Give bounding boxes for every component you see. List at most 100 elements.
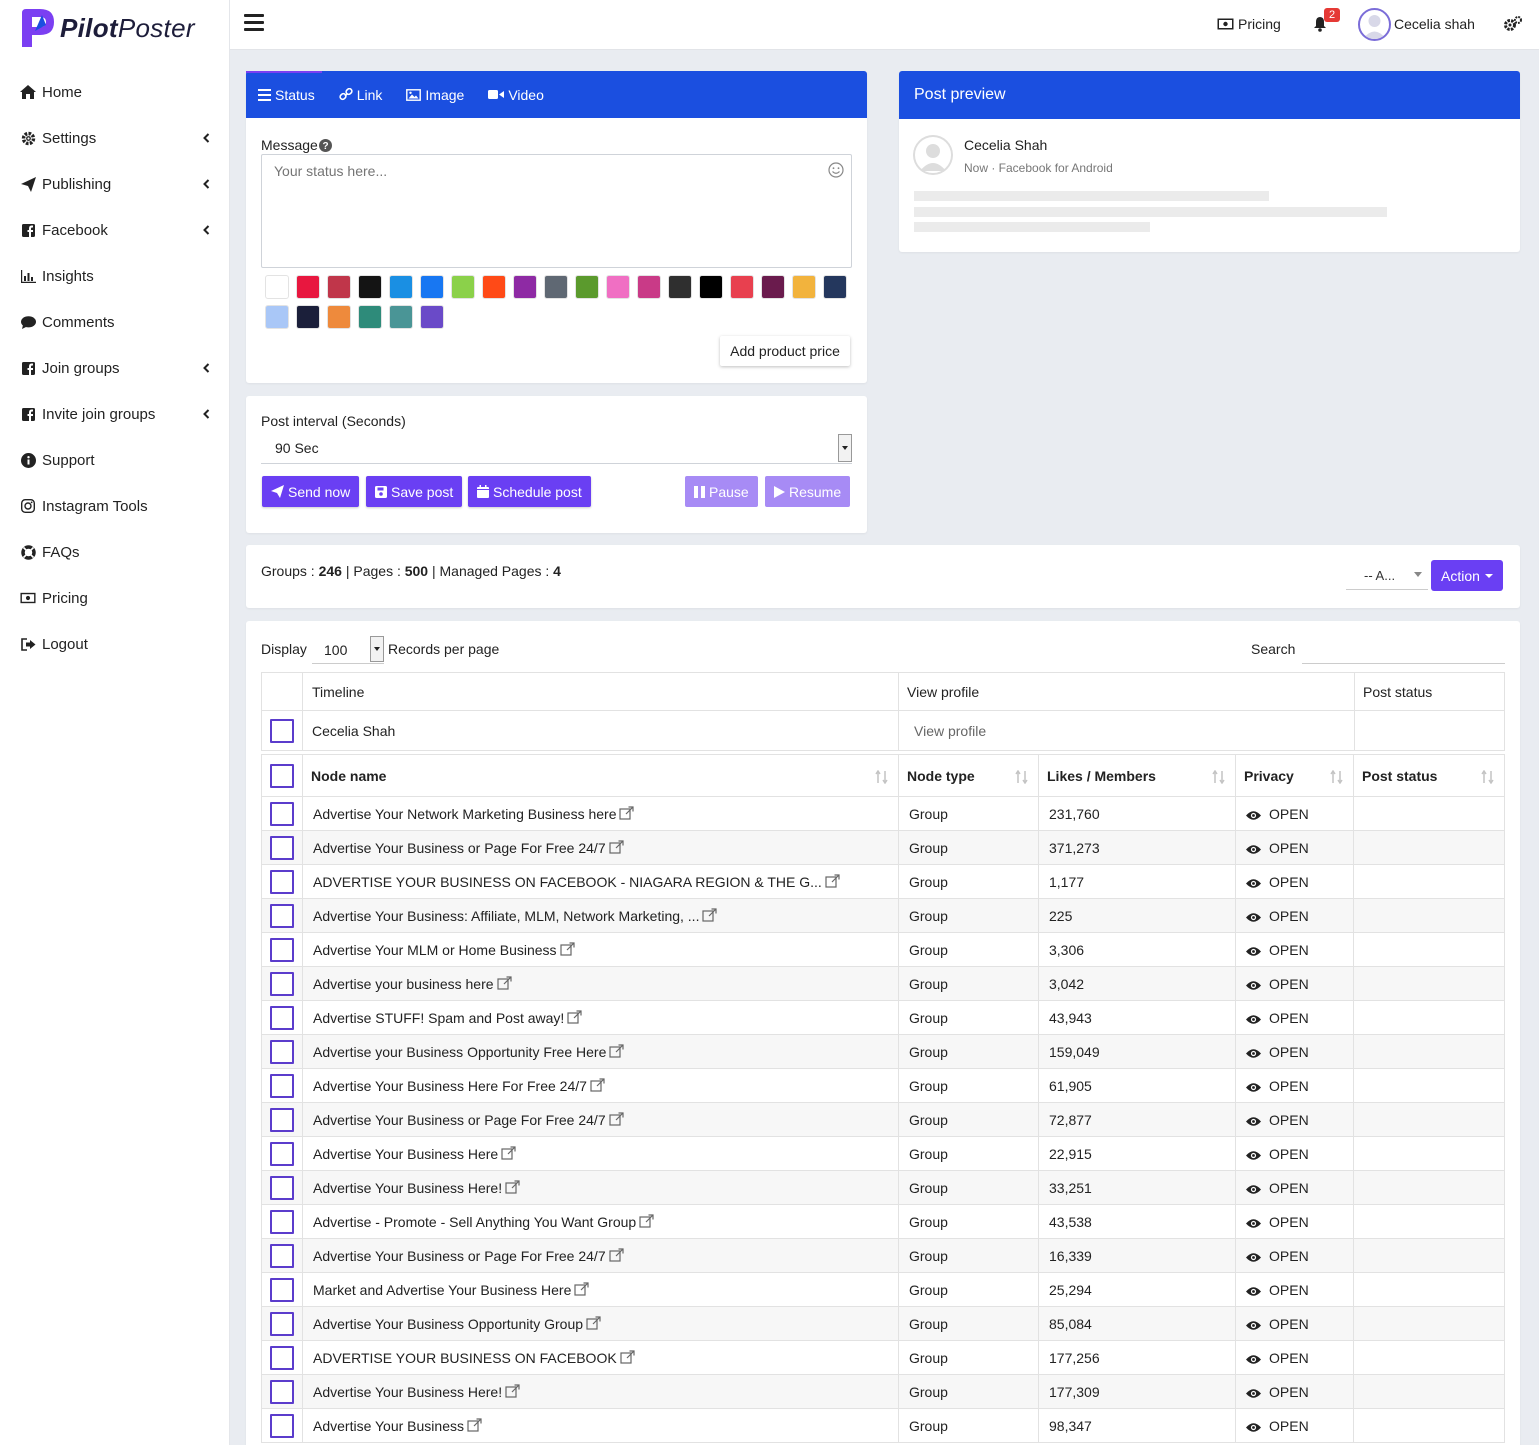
hamburger-menu-icon[interactable] xyxy=(244,14,264,32)
sidebar-item-join-groups[interactable]: Join groups xyxy=(0,348,230,388)
row-checkbox[interactable] xyxy=(270,1209,294,1234)
row-checkbox[interactable] xyxy=(270,1243,294,1268)
external-link-icon[interactable] xyxy=(609,1247,624,1263)
external-link-icon[interactable] xyxy=(467,1417,482,1433)
node-name-link[interactable]: Advertise Your Business Here xyxy=(313,1146,498,1162)
sidebar-item-publishing[interactable]: Publishing xyxy=(0,164,230,204)
node-name-link[interactable]: ADVERTISE YOUR BUSINESS ON FACEBOOK - NI… xyxy=(313,874,822,890)
background-swatch[interactable] xyxy=(699,275,723,299)
view-profile-link[interactable]: View profile xyxy=(898,710,1355,751)
schedule-post-button[interactable]: Schedule post xyxy=(468,476,591,507)
node-name-link[interactable]: Advertise Your Network Marketing Busines… xyxy=(313,806,616,822)
background-swatch[interactable] xyxy=(358,275,382,299)
row-checkbox[interactable] xyxy=(270,1413,294,1438)
tab-image[interactable]: Image xyxy=(406,87,464,103)
sidebar-item-logout[interactable]: Logout xyxy=(0,624,230,664)
external-link-icon[interactable] xyxy=(609,1111,624,1127)
members-header[interactable]: Likes / Members xyxy=(1038,754,1236,797)
sidebar-item-pricing[interactable]: Pricing xyxy=(0,578,230,618)
node-name-link[interactable]: Advertise Your Business or Page For Free… xyxy=(313,840,606,856)
row-checkbox[interactable] xyxy=(270,1107,294,1132)
row-checkbox[interactable] xyxy=(270,1141,294,1166)
external-link-icon[interactable] xyxy=(496,975,512,991)
tab-status[interactable]: Status xyxy=(258,87,315,103)
sort-icon[interactable] xyxy=(1212,770,1226,784)
sort-icon[interactable] xyxy=(1015,770,1029,784)
background-swatch[interactable] xyxy=(606,275,630,299)
node-name-link[interactable]: Advertise your Business Opportunity Free… xyxy=(313,1044,606,1060)
settings-gears-icon[interactable] xyxy=(1504,16,1522,32)
node-name-link[interactable]: Advertise Your Business Here! xyxy=(313,1384,502,1400)
sidebar-item-home[interactable]: Home xyxy=(0,72,230,112)
node-name-link[interactable]: Advertise - Promote - Sell Anything You … xyxy=(313,1214,636,1230)
send-now-button[interactable]: Send now xyxy=(262,476,360,507)
row-checkbox[interactable] xyxy=(270,937,294,962)
external-link-icon[interactable] xyxy=(574,1281,589,1297)
external-link-icon[interactable] xyxy=(825,873,840,889)
background-swatch[interactable] xyxy=(265,305,289,329)
background-swatch[interactable] xyxy=(761,275,785,299)
save-post-button[interactable]: Save post xyxy=(366,476,463,507)
row-checkbox[interactable] xyxy=(270,869,294,894)
external-link-icon[interactable] xyxy=(620,1349,635,1365)
background-swatch[interactable] xyxy=(637,275,661,299)
background-swatch[interactable] xyxy=(327,305,351,329)
background-swatch[interactable] xyxy=(482,275,506,299)
background-swatch[interactable] xyxy=(296,275,320,299)
node-name-link[interactable]: Advertise Your Business Here For Free 24… xyxy=(313,1078,587,1094)
node-name-link[interactable]: Advertise Your Business or Page For Free… xyxy=(313,1248,606,1264)
add-product-price-button[interactable]: Add product price xyxy=(720,336,850,366)
tab-video[interactable]: Video xyxy=(488,87,544,103)
pause-button[interactable]: Pause xyxy=(685,476,758,507)
row-checkbox[interactable] xyxy=(270,903,294,928)
records-per-page-select[interactable]: 100 xyxy=(312,636,384,664)
sort-icon[interactable] xyxy=(875,770,889,784)
select-all-checkbox[interactable] xyxy=(270,763,294,788)
external-link-icon[interactable] xyxy=(567,1009,582,1025)
sort-icon[interactable] xyxy=(1481,770,1495,784)
background-swatch[interactable] xyxy=(451,275,475,299)
node-name-link[interactable]: Advertise your business here xyxy=(313,976,494,992)
external-link-icon[interactable] xyxy=(609,839,624,855)
node-name-link[interactable]: Advertise Your MLM or Home Business xyxy=(313,942,557,958)
background-swatch[interactable] xyxy=(358,305,382,329)
node-name-link[interactable]: Advertise Your Business Here! xyxy=(313,1180,502,1196)
background-swatch[interactable] xyxy=(389,305,413,329)
brand-logo[interactable]: PilotPoster xyxy=(18,6,195,50)
post-status-header[interactable]: Post status xyxy=(1353,754,1505,797)
background-swatch[interactable] xyxy=(513,275,537,299)
row-checkbox[interactable] xyxy=(270,1039,294,1064)
row-checkbox[interactable] xyxy=(270,835,294,860)
node-name-link[interactable]: Advertise STUFF! Spam and Post away! xyxy=(313,1010,564,1026)
sidebar-item-instagram-tools[interactable]: Instagram Tools xyxy=(0,486,230,526)
external-link-icon[interactable] xyxy=(505,1383,520,1399)
sidebar-item-faqs[interactable]: FAQs xyxy=(0,532,230,572)
external-link-icon[interactable] xyxy=(559,941,575,957)
background-swatch[interactable] xyxy=(265,275,289,299)
external-link-icon[interactable] xyxy=(609,1043,624,1059)
action-filter-select[interactable]: -- A... xyxy=(1346,564,1428,590)
row-checkbox[interactable] xyxy=(270,1005,294,1030)
timeline-checkbox[interactable] xyxy=(270,718,294,743)
node-type-header[interactable]: Node type xyxy=(898,754,1039,797)
sidebar-item-support[interactable]: Support xyxy=(0,440,230,480)
external-link-icon[interactable] xyxy=(590,1077,605,1093)
external-link-icon[interactable] xyxy=(639,1213,654,1229)
emoji-icon[interactable] xyxy=(828,162,844,178)
node-name-link[interactable]: Advertise Your Business or Page For Free… xyxy=(313,1112,606,1128)
topbar-pricing-link[interactable]: Pricing xyxy=(1217,16,1281,32)
external-link-icon[interactable] xyxy=(501,1145,516,1161)
row-checkbox[interactable] xyxy=(270,1277,294,1302)
user-name[interactable]: Cecelia shah xyxy=(1394,16,1475,32)
row-checkbox[interactable] xyxy=(270,1345,294,1370)
row-checkbox[interactable] xyxy=(270,971,294,996)
resume-button[interactable]: Resume xyxy=(765,476,851,507)
sort-icon[interactable] xyxy=(1330,770,1344,784)
background-swatch[interactable] xyxy=(575,275,599,299)
background-swatch[interactable] xyxy=(792,275,816,299)
external-link-icon[interactable] xyxy=(505,1179,520,1195)
background-swatch[interactable] xyxy=(544,275,568,299)
sidebar-item-invite-join-groups[interactable]: Invite join groups xyxy=(0,394,230,434)
background-swatch[interactable] xyxy=(420,275,444,299)
message-input[interactable] xyxy=(261,154,852,268)
